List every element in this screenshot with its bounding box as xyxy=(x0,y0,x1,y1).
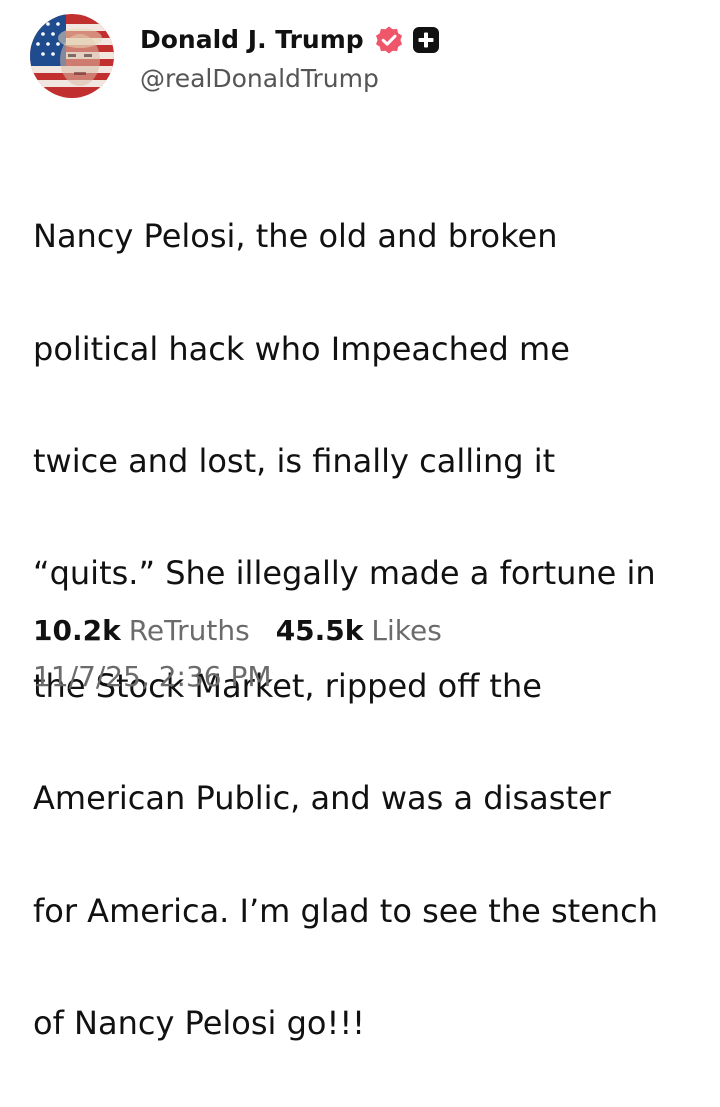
post-text-line: Nancy Pelosi, the old and broken xyxy=(33,217,558,256)
plus-badge-icon xyxy=(412,26,440,54)
retruths-count: 10.2k xyxy=(33,614,121,647)
likes-label: Likes xyxy=(371,614,442,647)
name-row: Donald J. Trump xyxy=(140,20,440,60)
post-stats: 10.2k ReTruths 45.5k Likes xyxy=(33,614,442,647)
author-display-name[interactable]: Donald J. Trump xyxy=(140,25,364,54)
author-handle[interactable]: @realDonaldTrump xyxy=(140,64,440,93)
likes-count: 45.5k xyxy=(275,614,364,647)
avatar[interactable] xyxy=(30,14,114,98)
post-text-line: political hack who Impeached me xyxy=(33,329,570,368)
retruths-label: ReTruths xyxy=(128,614,250,647)
post-text-line: “quits.” She illegally made a fortune in xyxy=(33,554,656,593)
likes-stat[interactable]: 45.5k Likes xyxy=(276,614,442,647)
post-text-line: of Nancy Pelosi go!!! xyxy=(33,1004,365,1043)
post-text-line: American Public, and was a disaster xyxy=(33,779,611,818)
author-info: Donald J. Trump @realDonaldTrump xyxy=(140,20,440,93)
retruths-stat[interactable]: 10.2k ReTruths xyxy=(33,614,250,647)
flag-portrait-avatar-icon xyxy=(30,14,114,98)
post-text-line: for America. I’m glad to see the stench xyxy=(33,891,659,930)
post-timestamp[interactable]: 11/7/25, 2:36 PM xyxy=(33,660,272,693)
truth-post: Donald J. Trump @realDonaldTrump Nancy P… xyxy=(0,0,720,1042)
post-header: Donald J. Trump @realDonaldTrump xyxy=(30,14,440,98)
verified-badge-icon xyxy=(374,25,404,55)
post-text-line: twice and lost, is finally calling it xyxy=(33,442,556,481)
